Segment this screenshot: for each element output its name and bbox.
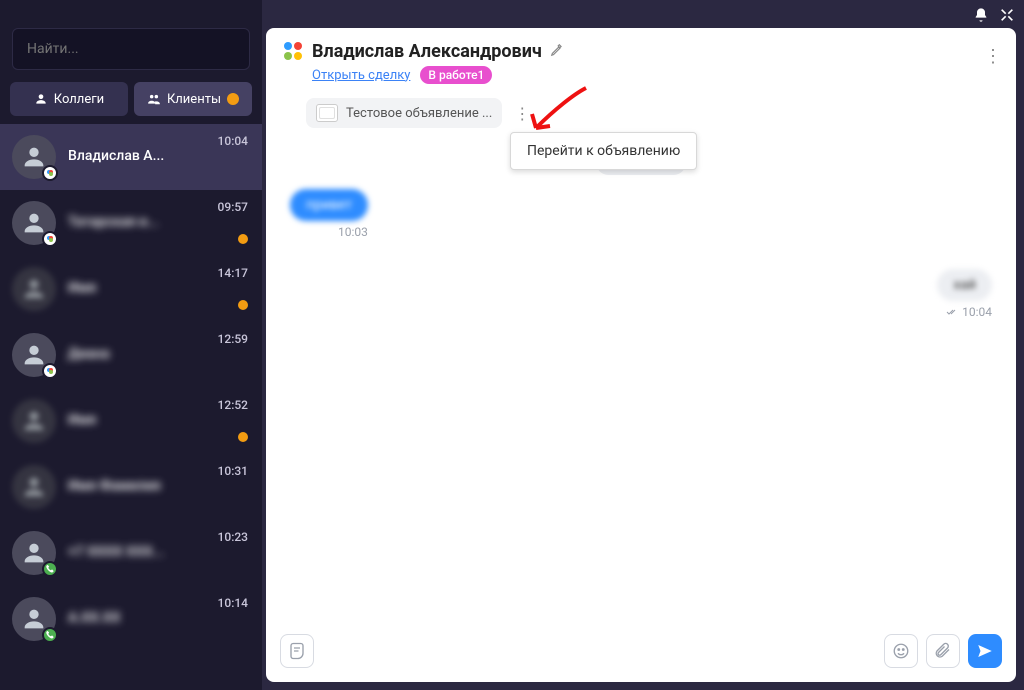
phone-badge-icon <box>42 627 58 643</box>
chat-item-time: 14:17 <box>218 266 248 280</box>
source-badge-icon <box>42 363 58 379</box>
tab-clients-label: Клиенты <box>167 92 221 107</box>
source-badge-icon <box>42 165 58 181</box>
avatar <box>12 333 56 377</box>
avatar <box>12 201 56 245</box>
chat-list-item[interactable]: Имя Фамилия 10:31 <box>0 454 262 520</box>
listing-context-menu[interactable]: Перейти к объявлению <box>510 132 697 170</box>
templates-icon[interactable] <box>280 634 314 668</box>
chat-item-name: Имя Фамилия <box>68 478 250 494</box>
search-input[interactable] <box>12 28 250 70</box>
listing-row: Тестовое объявление ... ⋮ Перейти к объя… <box>266 92 1016 138</box>
message-incoming: хай 10:04 <box>937 269 992 319</box>
sidebar: Коллеги Клиенты Владислав А... 10:04Тата… <box>0 0 262 690</box>
chat-item-name: Татарская и... <box>68 214 250 230</box>
message-time: 10:04 <box>946 305 992 319</box>
chat-item-name: Имя <box>68 412 250 428</box>
chat-item-time: 10:31 <box>218 464 248 478</box>
chat-list-item[interactable]: Владислав А... 10:04 <box>0 124 262 190</box>
avatar <box>12 531 56 575</box>
unread-indicator-icon <box>238 432 248 442</box>
chat-item-time: 12:59 <box>218 332 248 346</box>
listing-more-icon[interactable]: ⋮ <box>508 100 536 127</box>
listing-menu-item[interactable]: Перейти к объявлению <box>527 143 680 159</box>
chat-list-item[interactable]: Татарская и... 09:57 <box>0 190 262 256</box>
chat-item-time: 10:23 <box>218 530 248 544</box>
messages-area: 10 апреля привет 10:03 хай 10:04 <box>266 138 1016 624</box>
chat-panel: Владислав Александрович Открыть сделку В… <box>266 28 1016 682</box>
listing-label: Тестовое объявление ... <box>346 106 492 121</box>
tab-clients[interactable]: Клиенты <box>134 82 252 116</box>
open-deal-link[interactable]: Открыть сделку <box>312 68 410 83</box>
avatar <box>12 135 56 179</box>
chat-list-item[interactable]: Имя 12:52 <box>0 388 262 454</box>
expand-icon[interactable] <box>998 6 1016 24</box>
avatar <box>12 267 56 311</box>
chat-item-time: 10:14 <box>218 596 248 610</box>
chat-item-name: +7 XXXX XXX... <box>68 544 250 560</box>
attach-icon[interactable] <box>926 634 960 668</box>
contact-name: Владислав Александрович <box>312 41 542 62</box>
chat-list-item[interactable]: Имя 14:17 <box>0 256 262 322</box>
chat-list-item[interactable]: +7 XXXX XXX... 10:23 <box>0 520 262 586</box>
source-app-icon <box>282 40 304 62</box>
message-bubble: хай <box>937 269 992 301</box>
chat-item-time: 12:52 <box>218 398 248 412</box>
tab-colleagues-label: Коллеги <box>54 92 104 107</box>
avatar <box>12 597 56 641</box>
chat-item-time: 09:57 <box>218 200 248 214</box>
header-more-icon[interactable]: ⋮ <box>984 46 1002 67</box>
listing-chip[interactable]: Тестовое объявление ... <box>306 98 502 128</box>
bell-icon[interactable] <box>972 6 990 24</box>
phone-badge-icon <box>42 561 58 577</box>
edit-icon[interactable] <box>550 42 564 61</box>
chat-item-name: Владислав А... <box>68 148 250 164</box>
send-button[interactable] <box>968 634 1002 668</box>
tab-colleagues[interactable]: Коллеги <box>10 82 128 116</box>
status-badge: В работе1 <box>420 66 492 84</box>
chat-list-item[interactable]: Диана 12:59 <box>0 322 262 388</box>
source-badge-icon <box>42 231 58 247</box>
chat-list: Владислав А... 10:04Татарская и... 09:57… <box>0 124 262 690</box>
chat-item-time: 10:04 <box>218 134 248 148</box>
chat-item-name: А.ХХ.ХХ <box>68 610 250 626</box>
unread-dot-icon <box>227 93 239 105</box>
chat-header: Владислав Александрович Открыть сделку В… <box>266 28 1016 92</box>
listing-thumb-icon <box>316 104 338 122</box>
emoji-icon[interactable] <box>884 634 918 668</box>
message-outgoing: привет 10:03 <box>290 189 368 239</box>
message-time: 10:03 <box>338 225 368 239</box>
avatar <box>12 399 56 443</box>
chat-item-name: Имя <box>68 280 250 296</box>
message-bubble: привет <box>290 189 368 221</box>
chat-list-item[interactable]: А.ХХ.ХХ 10:14 <box>0 586 262 652</box>
unread-indicator-icon <box>238 234 248 244</box>
avatar <box>12 465 56 509</box>
chat-item-name: Диана <box>68 346 250 362</box>
unread-indicator-icon <box>238 300 248 310</box>
composer <box>266 624 1016 682</box>
